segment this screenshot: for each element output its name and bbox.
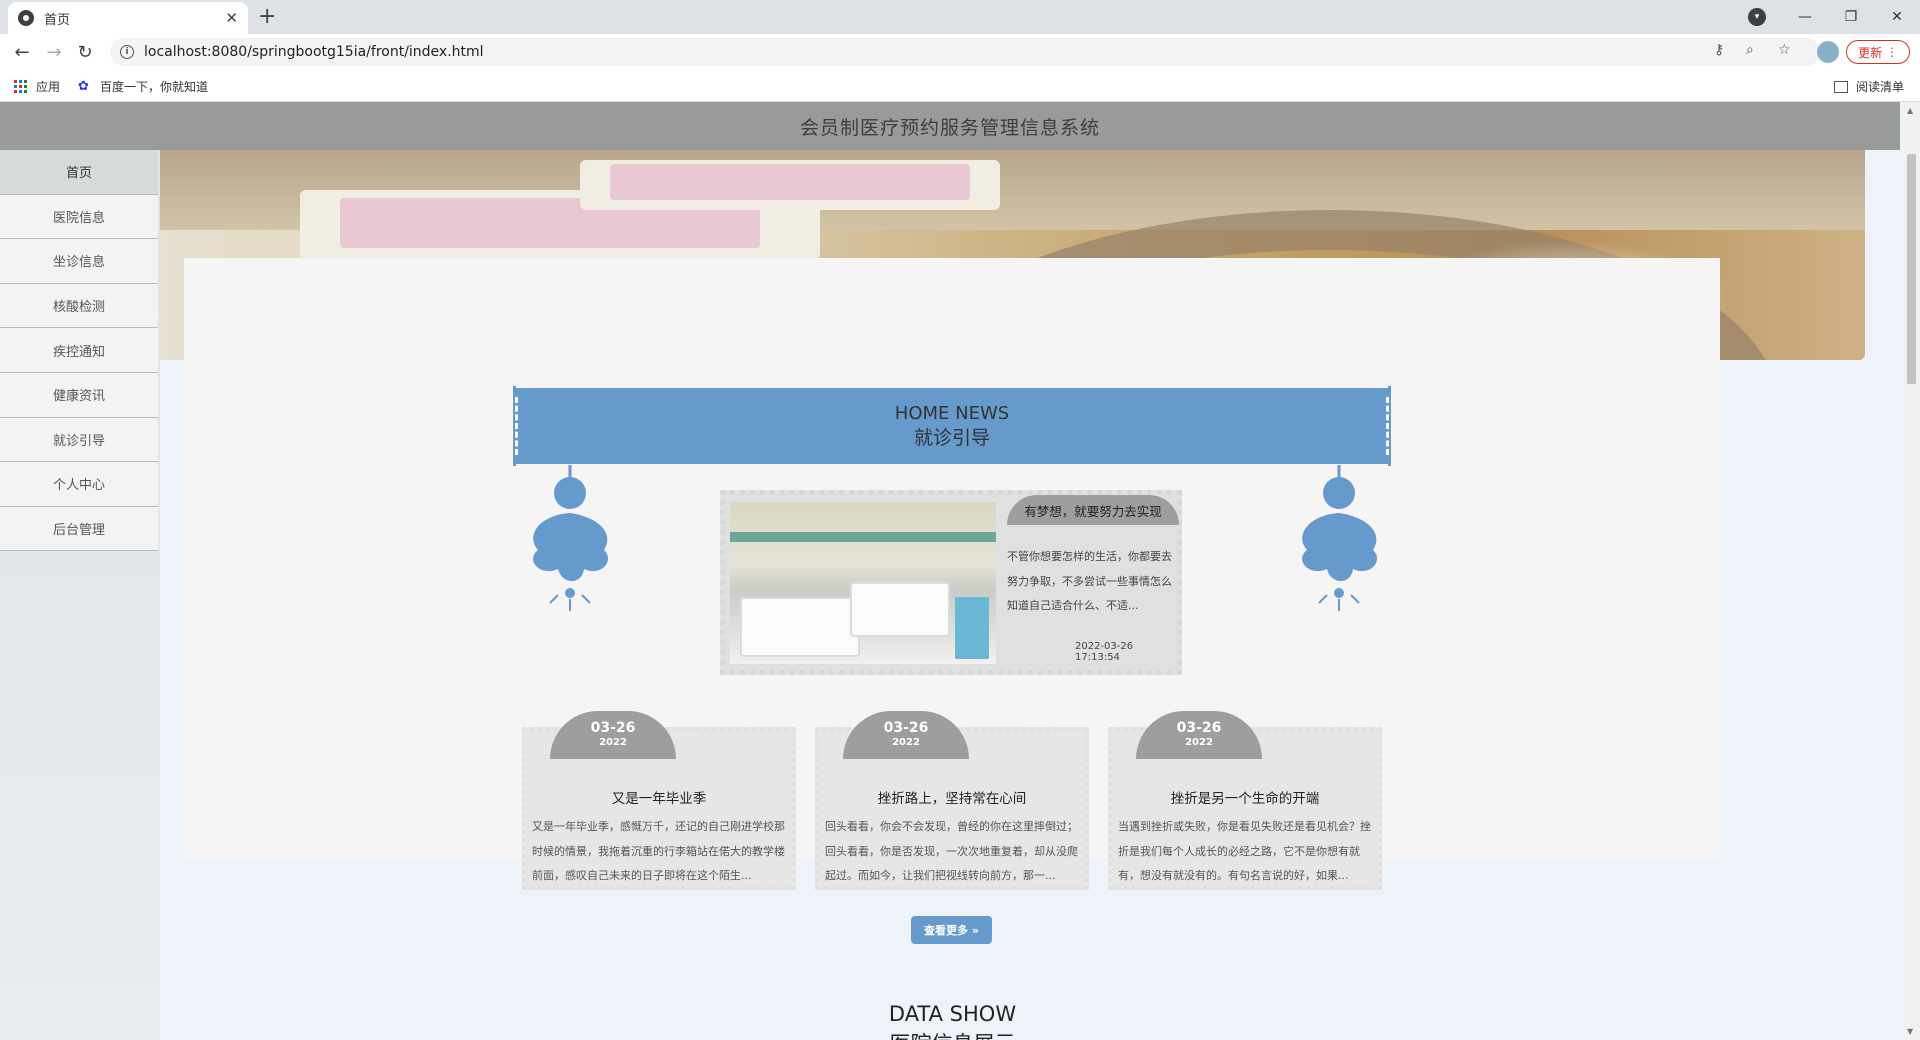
browser-tab[interactable]: 首页 ✕ xyxy=(8,2,248,34)
minimize-icon[interactable]: — xyxy=(1782,0,1828,34)
news-heading-cn: 就诊引导 xyxy=(913,427,990,449)
update-label: 更新 xyxy=(1858,45,1883,60)
baidu-paw-icon: ✿ xyxy=(78,78,89,94)
menu-item-personal-center[interactable]: 个人中心 xyxy=(0,462,158,507)
browser-tab-bar: 首页 ✕ + ▾ — ❐ ✕ xyxy=(0,0,1920,34)
date-month-day: 03-26 xyxy=(883,720,929,736)
bookmark-label: 百度一下，你就知道 xyxy=(100,80,209,94)
menu-item-visit-guide[interactable]: 就诊引导 xyxy=(0,417,158,463)
reading-list-icon xyxy=(1834,80,1848,93)
featured-news-summary: 不管你想要怎样的生活，你都要去努力争取，不多尝试一些事情怎么知道自己适合什么、不… xyxy=(1007,550,1172,612)
news-card-title[interactable]: 挫折是另一个生命的开端 xyxy=(1112,787,1378,807)
date-year: 2022 xyxy=(892,737,920,748)
bookmarks-bar: 应用 ✿ 百度一下，你就知道 阅读清单 xyxy=(0,70,1920,102)
globe-favicon-icon xyxy=(18,10,34,26)
date-year: 2022 xyxy=(599,737,627,748)
new-tab-button[interactable]: + xyxy=(258,4,276,30)
bookmark-baidu[interactable]: ✿ 百度一下，你就知道 xyxy=(78,78,208,95)
left-sidebar: 首页 医院信息 坐诊信息 核酸检测 疾控通知 健康资讯 就诊引导 个人中心 后台… xyxy=(0,150,160,1040)
bookmark-star-icon[interactable]: ☆ xyxy=(1778,42,1791,58)
scroll-up-arrow-icon[interactable]: ▲ xyxy=(1907,106,1913,115)
date-year: 2022 xyxy=(1185,737,1213,748)
scroll-down-arrow-icon[interactable]: ▼ xyxy=(1907,1027,1913,1036)
browser-toolbar: ← → ↻ i localhost:8080/springbootg15ia/f… xyxy=(0,34,1920,70)
data-show-heading-cn: 医院信息展示 xyxy=(160,1028,1745,1040)
data-show-heading-en: DATA SHOW xyxy=(888,1002,1017,1026)
reading-list-label: 阅读清单 xyxy=(1856,80,1905,94)
url-text: localhost:8080/springbootg15ia/front/ind… xyxy=(144,44,484,60)
menu-item-home[interactable]: 首页 xyxy=(0,150,158,195)
news-card-summary: 又是一年毕业季，感慨万千，还记的自己刚进学校那时候的情景，我拖着沉重的行李箱站在… xyxy=(532,820,785,882)
data-show-section: DATA SHOW 医院信息展示 xyxy=(160,960,1865,1040)
reading-list-button[interactable]: 阅读清单 xyxy=(1834,78,1904,95)
menu-item-nucleic-test[interactable]: 核酸检测 xyxy=(0,283,158,329)
featured-news-title[interactable]: 有梦想，就要努力去实现 xyxy=(1007,495,1179,525)
news-card-summary: 当遇到挫折或失败，你是看见失败还是看见机会？挫折是我们每个人成长的必经之路，它不… xyxy=(1118,820,1371,882)
menu-item-clinic-info[interactable]: 坐诊信息 xyxy=(0,239,158,284)
main-menu: 首页 医院信息 坐诊信息 核酸检测 疾控通知 健康资讯 就诊引导 个人中心 后台… xyxy=(0,150,158,552)
bookmark-label: 应用 xyxy=(36,80,61,94)
site-header: 会员制医疗预约服务管理信息系统 xyxy=(0,102,1900,150)
tab-search-icon[interactable]: ▾ xyxy=(1748,8,1766,26)
news-card[interactable]: 03-26 2022 挫折是另一个生命的开端 当遇到挫折或失败，你是看见失败还是… xyxy=(1108,711,1382,890)
news-heading: HOME NEWS 就诊引导 xyxy=(513,388,1391,464)
hospital-ward-image xyxy=(730,502,996,664)
news-heading-en: HOME NEWS xyxy=(894,403,1010,424)
update-button[interactable]: 更新 ⋮ xyxy=(1846,40,1910,64)
page-scrollbar[interactable]: ▲ ▼ xyxy=(1903,102,1920,1040)
apps-grid-icon xyxy=(14,79,28,94)
news-card[interactable]: 03-26 2022 挫折路上，坚持常在心间 回头看看，你会不会发现，曾经的你在… xyxy=(815,711,1089,890)
scroll-thumb[interactable] xyxy=(1907,154,1916,384)
menu-item-hospital-info[interactable]: 医院信息 xyxy=(0,194,158,240)
zoom-icon[interactable]: ⌕ xyxy=(1746,42,1754,58)
back-icon[interactable]: ← xyxy=(10,40,34,64)
tab-title: 首页 xyxy=(44,12,71,28)
date-month-day: 03-26 xyxy=(1176,720,1222,736)
news-card-title[interactable]: 又是一年毕业季 xyxy=(526,787,792,807)
view-more-button[interactable]: 查看更多 » xyxy=(911,916,992,944)
menu-item-health-news[interactable]: 健康资讯 xyxy=(0,372,158,418)
flower-ornament-icon xyxy=(1302,465,1378,611)
forward-icon[interactable]: → xyxy=(42,40,66,64)
flower-ornament-icon xyxy=(533,465,609,611)
news-card-title[interactable]: 挫折路上，坚持常在心间 xyxy=(819,787,1085,807)
profile-avatar[interactable] xyxy=(1817,41,1839,63)
close-window-icon[interactable]: ✕ xyxy=(1874,0,1920,34)
featured-news-date: 2022-03-26 17:13:54 xyxy=(1075,641,1134,663)
close-tab-icon[interactable]: ✕ xyxy=(225,9,238,27)
bookmark-apps[interactable]: 应用 xyxy=(14,78,60,95)
site-title: 会员制医疗预约服务管理信息系统 xyxy=(799,116,1100,139)
date-month-day: 03-26 xyxy=(590,720,636,736)
news-card-summary: 回头看看，你会不会发现，曾经的你在这里摔倒过；回头看看，你是否发现，一次次地重复… xyxy=(825,820,1078,882)
news-card[interactable]: 03-26 2022 又是一年毕业季 又是一年毕业季，感慨万千，还记的自己刚进学… xyxy=(522,711,796,890)
menu-item-disease-notice[interactable]: 疾控通知 xyxy=(0,328,158,373)
address-bar[interactable]: i localhost:8080/springbootg15ia/front/i… xyxy=(110,38,1820,66)
featured-news-card[interactable]: 有梦想，就要努力去实现 不管你想要怎样的生活，你都要去努力争取，不多尝试一些事情… xyxy=(720,490,1182,675)
site-info-icon[interactable]: i xyxy=(120,45,134,59)
menu-item-admin[interactable]: 后台管理 xyxy=(0,506,158,552)
restore-icon[interactable]: ❐ xyxy=(1828,0,1874,34)
reload-icon[interactable]: ↻ xyxy=(73,40,97,64)
key-icon[interactable]: ⚷ xyxy=(1714,42,1724,58)
